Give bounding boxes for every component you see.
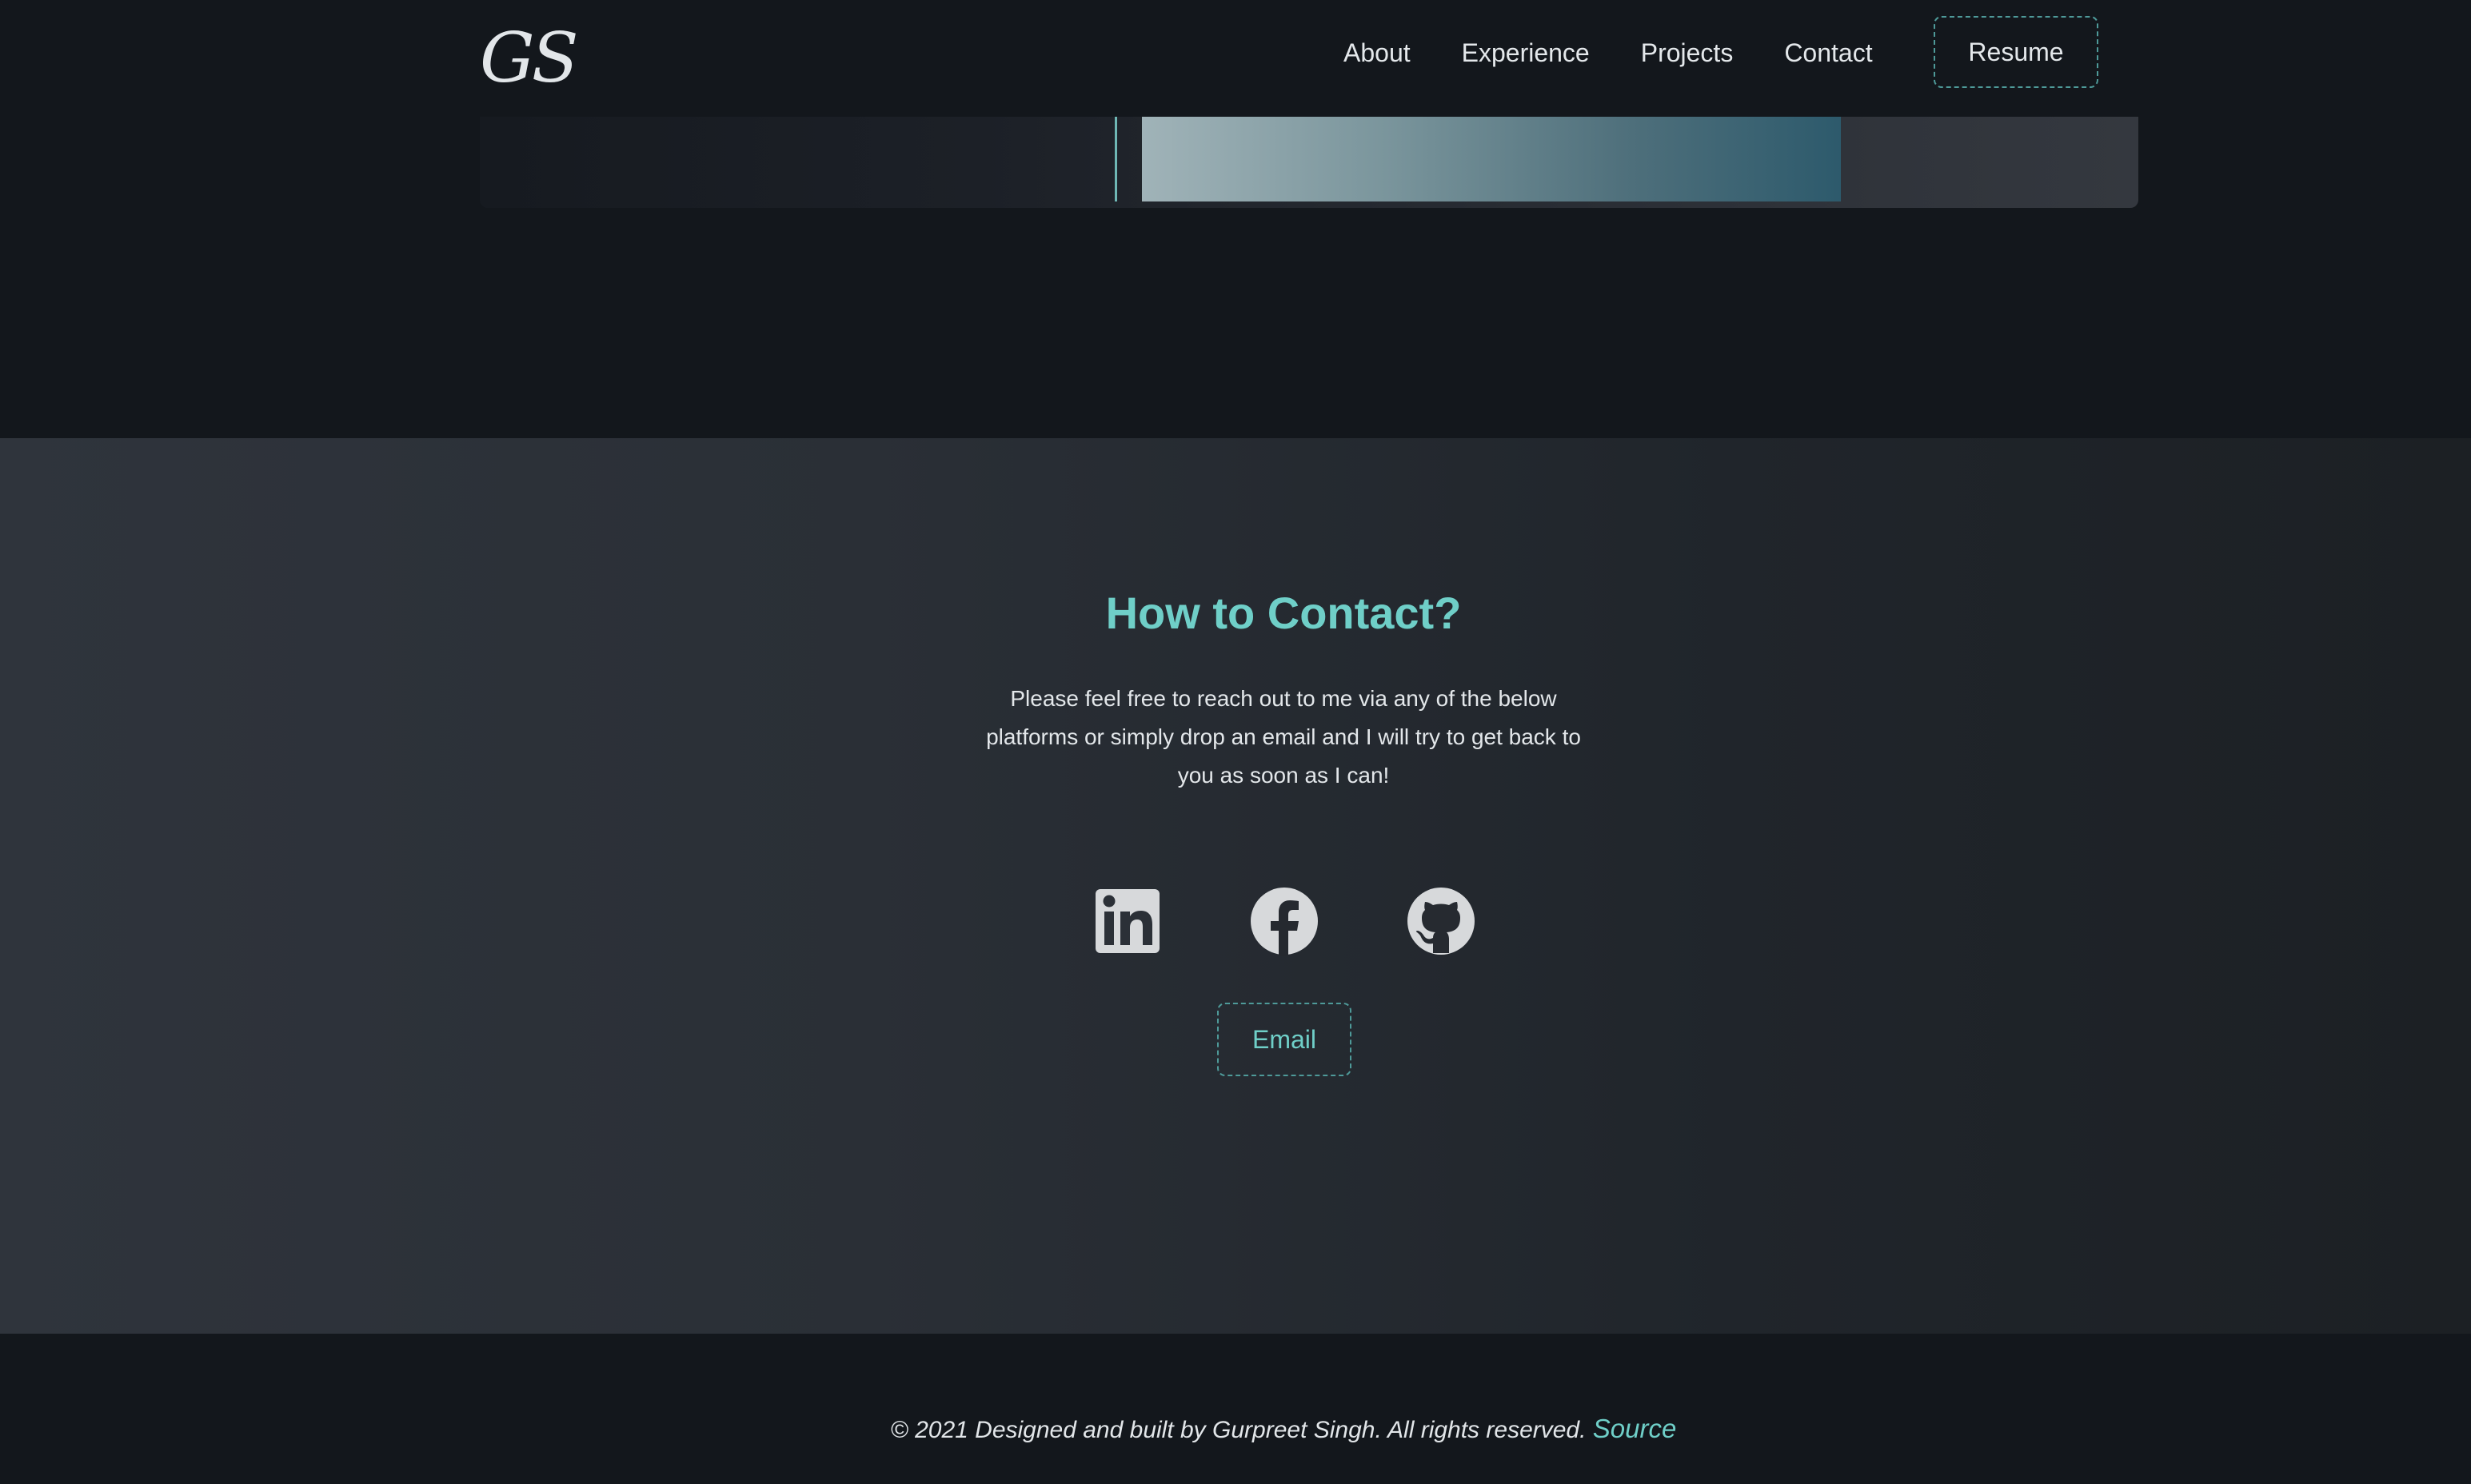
contact-description: Please feel free to reach out to me via … bbox=[986, 686, 1581, 788]
nav-link-contact[interactable]: Contact bbox=[1784, 38, 1872, 68]
nav-link-experience[interactable]: Experience bbox=[1462, 38, 1590, 68]
resume-button[interactable]: Resume bbox=[1934, 16, 2098, 88]
nav-link-projects[interactable]: Projects bbox=[1641, 38, 1734, 68]
github-icon bbox=[1407, 888, 1475, 955]
email-button[interactable]: Email bbox=[1217, 1003, 1351, 1076]
copyright-text: © 2021 Designed and built by Gurpreet Si… bbox=[890, 1417, 1587, 1443]
preview-divider bbox=[1115, 117, 1117, 201]
navbar: GS About Experience Projects Contact Res… bbox=[0, 0, 2471, 117]
source-link[interactable]: Source bbox=[1593, 1414, 1677, 1443]
nav-link-about[interactable]: About bbox=[1343, 38, 1411, 68]
github-link[interactable] bbox=[1406, 886, 1476, 956]
footer: © 2021 Designed and built by Gurpreet Si… bbox=[0, 1334, 2471, 1484]
facebook-link[interactable] bbox=[1249, 886, 1319, 956]
footer-text-container: © 2021 Designed and built by Gurpreet Si… bbox=[0, 1414, 2471, 1444]
nav-links: About Experience Projects Contact bbox=[1343, 32, 1924, 74]
site-logo[interactable]: GS bbox=[480, 14, 579, 102]
contact-section: How to Contact? Please feel free to reac… bbox=[0, 438, 2471, 1334]
linkedin-icon bbox=[1096, 889, 1160, 953]
project-preview-image bbox=[1142, 117, 1841, 201]
contact-title: How to Contact? bbox=[1105, 588, 1462, 638]
facebook-icon bbox=[1251, 888, 1318, 956]
linkedin-link[interactable] bbox=[1092, 886, 1163, 956]
